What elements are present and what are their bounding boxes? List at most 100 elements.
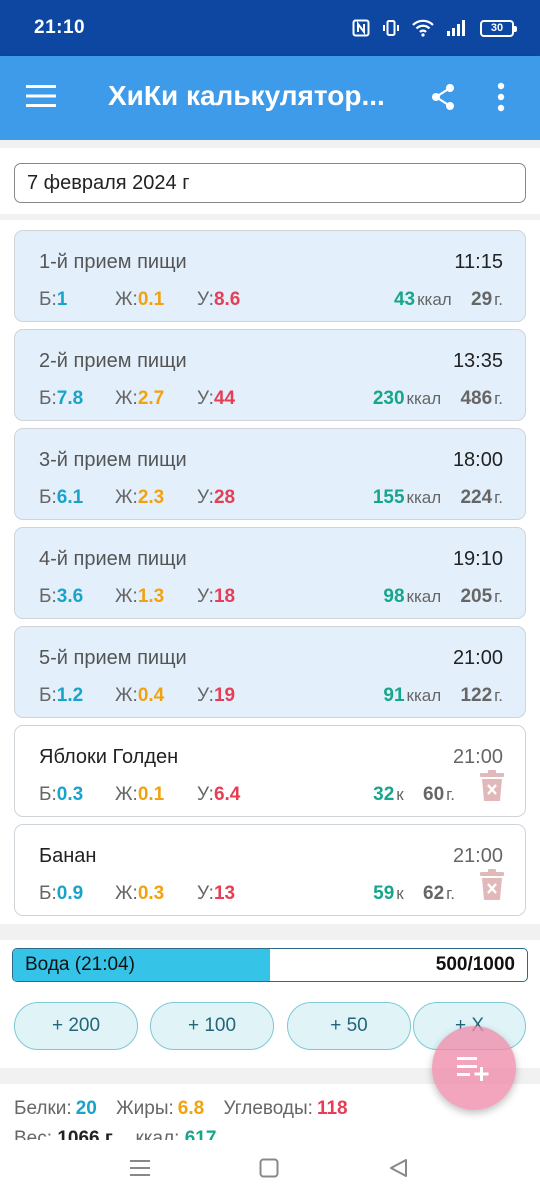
meal-title: 5-й прием пищи [39,647,187,669]
fat-value: 1.3 [137,586,165,607]
signal-icon [447,20,465,36]
totals-macros: Белки: 20 Жиры: 6.8 Углеводы: 118 [14,1098,352,1120]
carbs-value: 18 [213,586,236,607]
carbs-label: У: [197,388,214,409]
carbs-value: 28 [213,487,236,508]
weight-value: 29 [471,289,493,310]
totals-weight-kcal: Вес: 1066 г. ккал: 617 [14,1128,216,1140]
meal-title: 4-й прием пищи [39,548,187,570]
food-time: 21:00 [452,746,503,768]
playlist-add-icon [457,1057,489,1081]
fat-label: Ж: [115,388,138,409]
meal-card[interactable]: 5-й прием пищи 21:00 Б:1.2 Ж:0.4 У:19 91… [14,626,526,718]
food-card[interactable]: Яблоки Голден 21:00 Б:0.3 Ж:0.1 У:6.4 32… [14,725,526,817]
fat-value: 2.7 [137,388,165,409]
kcal-weight: 32 к 60 г. [373,784,455,806]
water-label: Вода (21:04) [25,954,135,975]
app-title: ХиКи калькулятор... [108,80,385,111]
wifi-icon [412,19,434,37]
back-icon[interactable] [388,1158,408,1178]
menu-icon[interactable] [26,84,56,108]
protein-value: 1.2 [56,685,84,706]
meal-card[interactable]: 4-й прием пищи 19:10 Б:3.6 Ж:1.3 У:18 98… [14,527,526,619]
nfc-icon [352,19,370,37]
fat-label: Ж: [115,685,138,706]
weight-unit: г. [494,389,503,408]
kcal-unit: ккал [406,587,442,606]
fat-value: 0.1 [137,784,165,805]
meal-time: 21:00 [452,647,503,669]
trash-icon[interactable] [479,770,505,802]
water-amount: 500/1000 [435,954,515,975]
totals-protein-value: 20 [75,1098,97,1119]
protein-label: Б: [39,388,57,409]
totals-protein-label: Белки: [14,1098,72,1119]
water-add-50-button[interactable]: + 50 [287,1002,411,1050]
weight-value: 122 [460,685,493,706]
water-progress[interactable]: Вода (21:04) 500/1000 [12,948,528,982]
protein-label: Б: [39,289,57,310]
add-item-fab[interactable] [432,1026,516,1110]
weight-unit: г. [446,785,455,804]
fat-value: 0.3 [137,883,165,904]
fat-label: Ж: [115,487,138,508]
protein-value: 3.6 [56,586,84,607]
water-add-200-button[interactable]: + 200 [14,1002,138,1050]
carbs-label: У: [197,784,214,805]
carbs-value: 19 [213,685,236,706]
protein-label: Б: [39,883,57,904]
share-icon[interactable] [430,83,456,111]
totals-fat-value: 6.8 [177,1098,205,1119]
weight-unit: г. [494,290,503,309]
kcal-unit: к [396,785,404,804]
kcal-value: 91 [383,685,405,706]
weight-value: 486 [460,388,493,409]
trash-icon[interactable] [479,869,505,901]
meal-card[interactable]: 1-й прием пищи 11:15 Б:1 Ж:0.1 У:8.6 43 к… [14,230,526,322]
content-area: 7 февраля 2024 г 1-й прием пищи 11:15 Б:… [0,140,540,1140]
recent-apps-icon[interactable] [130,1158,150,1178]
meal-card[interactable]: 2-й прием пищи 13:35 Б:7.8 Ж:2.7 У:44 23… [14,329,526,421]
status-time: 21:10 [34,17,86,38]
kcal-value: 43 [393,289,416,310]
totals-carbs-label: Углеводы: [223,1098,313,1119]
meal-title: 3-й прием пищи [39,449,187,471]
vibrate-icon [383,20,399,36]
date-field[interactable]: 7 февраля 2024 г [14,163,526,203]
kcal-weight: 155 ккал 224 г. [373,487,503,509]
fat-label: Ж: [115,586,138,607]
home-icon[interactable] [259,1158,279,1178]
weight-unit: г. [494,488,503,507]
weight-value: 62 [423,883,445,904]
carbs-value: 6.4 [213,784,241,805]
food-title: Банан [39,845,97,867]
food-time: 21:00 [452,845,503,867]
kcal-weight: 59 к 62 г. [373,883,455,905]
status-icons: 30 [352,19,517,37]
food-title: Яблоки Голден [39,746,179,768]
fat-value: 0.1 [137,289,165,310]
protein-label: Б: [39,586,57,607]
food-card[interactable]: Банан 21:00 Б:0.9 Ж:0.3 У:13 59 к 62 г. [14,824,526,916]
date-panel: 7 февраля 2024 г [0,148,540,214]
protein-value: 6.1 [56,487,84,508]
kcal-unit: ккал [406,488,442,507]
meal-title: 1-й прием пищи [39,251,187,273]
meal-card[interactable]: 3-й прием пищи 18:00 Б:6.1 Ж:2.3 У:28 15… [14,428,526,520]
meal-time: 11:15 [454,251,503,273]
fat-value: 0.4 [137,685,165,706]
carbs-label: У: [197,586,214,607]
protein-value: 7.8 [56,388,84,409]
protein-value: 0.3 [56,784,84,805]
totals-carbs-value: 118 [316,1098,348,1119]
app-bar: ХиКи калькулятор... [0,56,540,140]
carbs-value: 44 [213,388,236,409]
protein-label: Б: [39,685,57,706]
carbs-value: 13 [213,883,236,904]
meal-title: 2-й прием пищи [39,350,187,372]
more-vert-icon[interactable] [497,82,505,112]
meal-time: 18:00 [452,449,503,471]
carbs-value: 8.6 [213,289,241,310]
fat-label: Ж: [115,883,138,904]
water-add-100-button[interactable]: + 100 [150,1002,274,1050]
